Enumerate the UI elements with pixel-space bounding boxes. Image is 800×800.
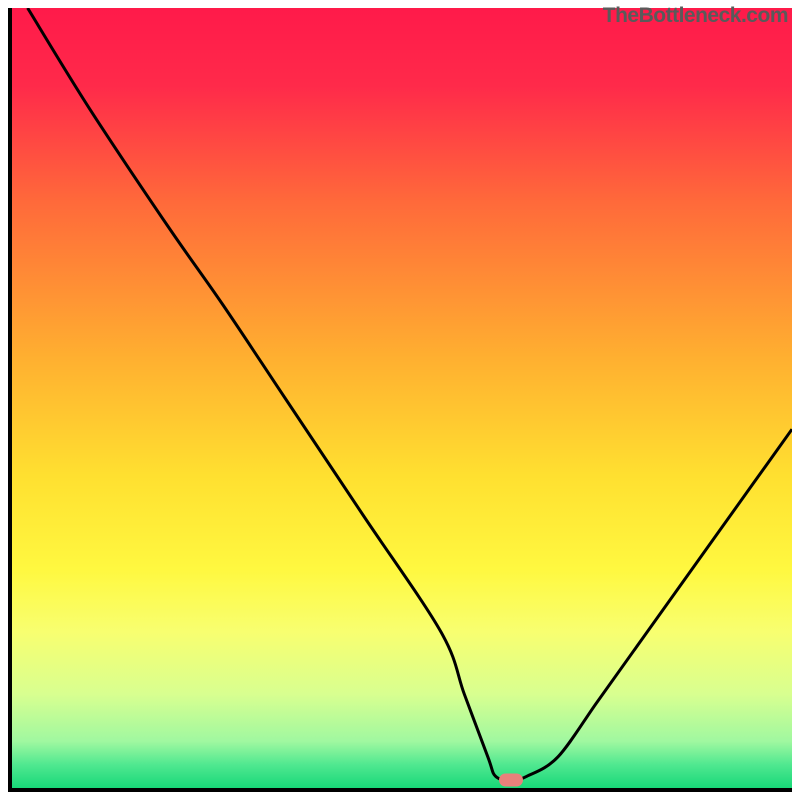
chart-plot-area xyxy=(8,8,792,792)
watermark-label: TheBottleneck.com xyxy=(603,4,788,28)
optimum-marker xyxy=(499,774,523,787)
bottleneck-curve xyxy=(12,8,792,788)
